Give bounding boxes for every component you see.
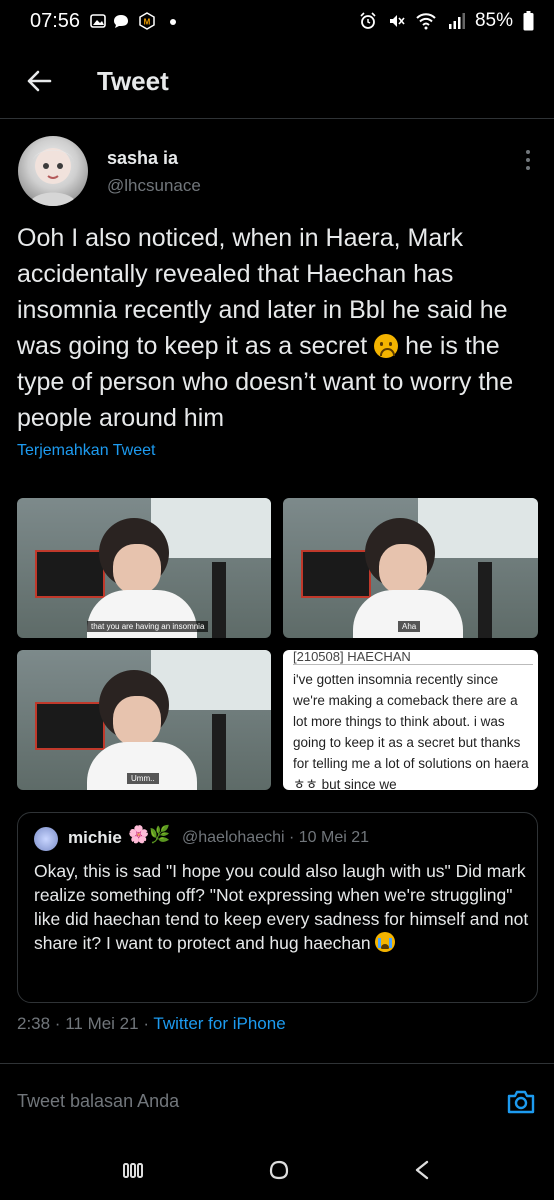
frowning-face-emoji-icon bbox=[374, 334, 399, 358]
media-caption: Umm.. bbox=[127, 773, 159, 784]
timestamp-text: 2:38 · 11 Mei 21 · bbox=[17, 1014, 154, 1033]
media-caption: that you are having an insomnia bbox=[87, 621, 209, 632]
flower-emoji-icon: 🌸🌿 bbox=[128, 825, 171, 844]
home-icon bbox=[269, 1160, 289, 1180]
screenshot-body: i've gotten insomnia recently since we'r… bbox=[293, 672, 529, 790]
reply-input[interactable]: Tweet balasan Anda bbox=[17, 1091, 179, 1112]
status-bar: 07:56 M 85% bbox=[0, 0, 554, 44]
signal-icon bbox=[448, 13, 465, 29]
arrow-left-icon bbox=[27, 70, 52, 92]
client-link[interactable]: Twitter for iPhone bbox=[153, 1014, 285, 1033]
status-time: 07:56 bbox=[30, 10, 81, 32]
header-divider bbox=[0, 118, 554, 119]
page-title: Tweet bbox=[97, 66, 169, 96]
back-triangle-icon bbox=[415, 1160, 429, 1180]
svg-text:M: M bbox=[144, 18, 151, 27]
chat-bubble-icon bbox=[114, 15, 128, 28]
app-badge-icon: M bbox=[139, 12, 155, 30]
media-image-2[interactable]: Aha bbox=[283, 498, 538, 638]
back-nav-button[interactable] bbox=[407, 1156, 437, 1184]
quoted-tweet[interactable]: michie 🌸🌿 @haelohaechi · 10 Mei 21 Okay,… bbox=[17, 812, 538, 1003]
screenshot-header: [210508] HAECHAN bbox=[293, 650, 533, 665]
author-handle[interactable]: @lhcsunace bbox=[107, 176, 201, 196]
translate-tweet-link[interactable]: Terjemahkan Tweet bbox=[17, 442, 155, 460]
dot-icon bbox=[170, 19, 176, 25]
avatar-image bbox=[28, 148, 78, 206]
gallery-icon bbox=[90, 14, 106, 28]
reply-divider bbox=[0, 1063, 554, 1064]
crying-face-emoji-icon bbox=[375, 932, 396, 952]
quoted-text-body: Okay, this is sad "I hope you could also… bbox=[34, 861, 529, 953]
avatar[interactable] bbox=[18, 136, 88, 206]
back-button[interactable] bbox=[22, 64, 56, 98]
screenshot-text-block: [210508] HAECHAN i've gotten insomnia re… bbox=[293, 650, 533, 790]
tweet-timestamp: 2:38 · 11 Mei 21 · Twitter for iPhone bbox=[17, 1014, 286, 1034]
wifi-icon bbox=[416, 13, 436, 30]
more-options-icon[interactable] bbox=[518, 146, 538, 174]
quoted-meta: @haelohaechi · 10 Mei 21 bbox=[182, 829, 370, 846]
quoted-avatar bbox=[34, 827, 58, 851]
author-display-name[interactable]: sasha ia bbox=[107, 148, 178, 169]
alarm-icon bbox=[360, 12, 376, 29]
battery-percent: 85% bbox=[474, 10, 513, 31]
tweet-text: Ooh I also noticed, when in Haera, Mark … bbox=[17, 220, 542, 436]
status-right: 85% bbox=[359, 10, 534, 32]
media-image-4[interactable]: [210508] HAECHAN i've gotten insomnia re… bbox=[283, 650, 538, 790]
media-caption: Aha bbox=[398, 621, 421, 632]
quoted-display-name: michie bbox=[68, 828, 122, 847]
camera-icon[interactable] bbox=[505, 1086, 537, 1118]
home-button[interactable] bbox=[264, 1156, 294, 1184]
media-image-1[interactable]: that you are having an insomnia bbox=[17, 498, 271, 638]
recent-apps-button[interactable] bbox=[118, 1156, 148, 1184]
mute-icon bbox=[389, 15, 405, 27]
battery-icon bbox=[523, 11, 534, 31]
media-image-3[interactable]: Umm.. bbox=[17, 650, 271, 790]
recent-apps-icon bbox=[123, 1163, 143, 1178]
quoted-text: Okay, this is sad "I hope you could also… bbox=[34, 859, 529, 955]
